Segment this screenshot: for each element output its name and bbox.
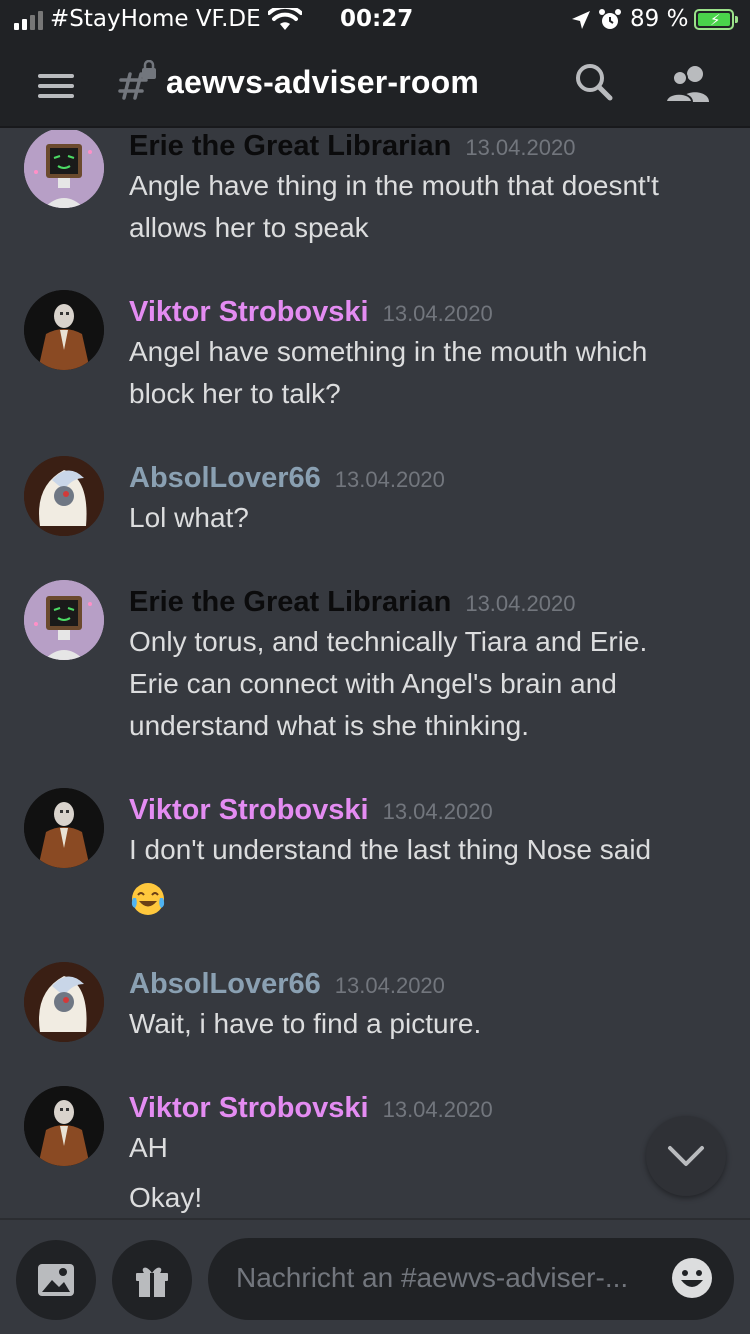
- avatar-image: [24, 456, 104, 536]
- avatar[interactable]: [24, 290, 104, 370]
- battery-icon: ⚡: [694, 9, 738, 30]
- timestamp: 13.04.2020: [382, 1097, 493, 1122]
- message-list[interactable]: Erie the Great Librarian 13.04.2020 Angle…: [0, 130, 750, 1218]
- message-meta: Erie the Great Librarian 13.04.2020: [129, 130, 575, 163]
- avatar-image: [24, 290, 104, 370]
- status-bar: #StayHome VF.DE 00:27 89 % ⚡: [0, 0, 750, 40]
- author-name[interactable]: Erie the Great Librarian: [129, 586, 451, 618]
- message-meta: AbsolLover66 13.04.2020: [129, 462, 445, 495]
- cell-signal-icon: [14, 11, 43, 30]
- author-name[interactable]: Viktor Strobovski: [129, 1092, 369, 1124]
- search-icon[interactable]: [574, 62, 614, 102]
- author-name[interactable]: Viktor Strobovski: [129, 296, 369, 328]
- avatar[interactable]: [24, 456, 104, 536]
- message-line: Erie can connect with Angel's brain and: [129, 668, 617, 699]
- message-line: understand what is she thinking.: [129, 710, 530, 741]
- message-meta: Viktor Strobovski 13.04.2020: [129, 296, 493, 329]
- message-meta: Viktor Strobovski 13.04.2020: [129, 794, 493, 827]
- avatar[interactable]: [24, 130, 104, 208]
- avatar-image: [24, 1086, 104, 1166]
- image-icon: [38, 1264, 74, 1296]
- menu-icon[interactable]: [38, 74, 74, 98]
- author-name[interactable]: AbsolLover66: [129, 968, 321, 1000]
- message-composer: Nachricht an #aewvs-adviser-...: [0, 1218, 750, 1334]
- alarm-icon: [599, 9, 621, 29]
- timestamp: 13.04.2020: [465, 591, 576, 616]
- timestamp: 13.04.2020: [334, 467, 445, 492]
- avatar[interactable]: [24, 1086, 104, 1166]
- message-line: Lol what?: [129, 502, 249, 533]
- attach-image-button[interactable]: [16, 1240, 96, 1320]
- message-line: Wait, i have to find a picture.: [129, 1008, 482, 1039]
- message-input-placeholder: Nachricht an #aewvs-adviser-...: [236, 1262, 629, 1293]
- gift-button[interactable]: [112, 1240, 192, 1320]
- avatar-image: [24, 788, 104, 868]
- author-name[interactable]: AbsolLover66: [129, 462, 321, 494]
- chevron-down-icon: [668, 1146, 704, 1166]
- message-input[interactable]: Nachricht an #aewvs-adviser-...: [208, 1238, 734, 1320]
- avatar-image: [24, 130, 104, 208]
- channel-name: aewvs-adviser-room: [166, 64, 480, 100]
- message-emoji-line: [129, 880, 167, 925]
- clock: 00:27: [340, 6, 414, 32]
- message-line: Okay!: [129, 1182, 203, 1213]
- message-meta: Viktor Strobovski 13.04.2020: [129, 1092, 493, 1125]
- message-line: I don't understand the last thing Nose s…: [129, 834, 652, 865]
- wifi-icon: [268, 8, 302, 30]
- avatar[interactable]: [24, 962, 104, 1042]
- author-name[interactable]: Viktor Strobovski: [129, 794, 369, 826]
- message-line: Angle have thing in the mouth that doesn…: [129, 170, 659, 201]
- message-line: Angel have something in the mouth which: [129, 336, 648, 367]
- tears-of-joy-emoji: [131, 883, 165, 915]
- message-line: block her to talk?: [129, 378, 341, 409]
- timestamp: 13.04.2020: [465, 135, 576, 160]
- channel-header: aewvs-adviser-room: [0, 40, 750, 128]
- message-meta: Erie the Great Librarian 13.04.2020: [129, 586, 575, 619]
- carrier-name: #StayHome VF.DE: [50, 6, 261, 32]
- message-line: allows her to speak: [129, 212, 369, 243]
- location-arrow-icon: [572, 11, 590, 29]
- members-icon[interactable]: [664, 64, 714, 104]
- gift-icon: [136, 1267, 168, 1297]
- jump-to-bottom-button[interactable]: [646, 1116, 726, 1196]
- author-name[interactable]: Erie the Great Librarian: [129, 130, 451, 162]
- battery-percent: 89 %: [630, 6, 689, 32]
- avatar[interactable]: [24, 580, 104, 660]
- locked-text-channel-icon: [118, 60, 156, 100]
- message-meta: AbsolLover66 13.04.2020: [129, 968, 445, 1001]
- message-line: Only torus, and technically Tiara and Er…: [129, 626, 648, 657]
- avatar-image: [24, 580, 104, 660]
- avatar[interactable]: [24, 788, 104, 868]
- emoji-icon[interactable]: [670, 1256, 714, 1300]
- message-line: AH: [129, 1132, 168, 1163]
- avatar-image: [24, 962, 104, 1042]
- timestamp: 13.04.2020: [382, 799, 493, 824]
- timestamp: 13.04.2020: [334, 973, 445, 998]
- timestamp: 13.04.2020: [382, 301, 493, 326]
